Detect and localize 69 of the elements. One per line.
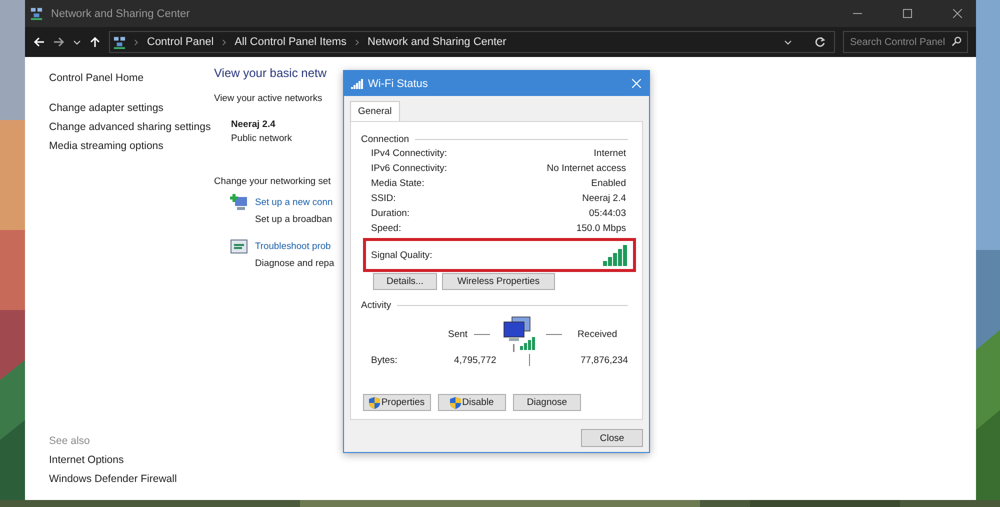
sidebar-link[interactable]: Control Panel Home: [49, 72, 214, 85]
signal-icon: [351, 78, 363, 88]
field-value: Enabled: [591, 177, 626, 191]
group-title: Connection: [361, 133, 410, 146]
network-type: Public network: [231, 131, 292, 145]
dialog-button[interactable]: Properties: [363, 394, 431, 411]
field-label: Media State:: [371, 177, 424, 191]
field-label: IPv6 Connectivity:: [371, 162, 448, 176]
network-icon: [113, 36, 126, 48]
back-icon[interactable]: [33, 36, 45, 48]
field-label: Signal Quality:: [371, 248, 432, 262]
chevron-down-icon[interactable]: [784, 38, 792, 46]
sidebar-link[interactable]: Change advanced sharing settings: [49, 121, 214, 134]
field-label: Bytes:: [371, 354, 398, 366]
network-add-icon: [229, 193, 249, 213]
window-title: Network and Sharing Center: [51, 8, 190, 20]
search-field[interactable]: Search Control Panel: [843, 31, 968, 53]
section-label: View your active networks: [214, 91, 322, 104]
tab[interactable]: General: [350, 101, 400, 121]
breadcrumb[interactable]: Network and Sharing Center: [368, 36, 506, 48]
forward-icon[interactable]: [53, 36, 65, 48]
task-link[interactable]: Set up a new conn: [255, 193, 333, 210]
field-label: Speed:: [371, 222, 402, 236]
field-value: 150.0 Mbps: [576, 222, 626, 236]
field-label: Duration:: [371, 207, 410, 221]
task-description: Set up a broadban: [255, 212, 333, 226]
chevron-right-icon: [222, 38, 227, 46]
sidebar-link[interactable]: Change adapter settings: [49, 102, 214, 115]
up-icon[interactable]: [89, 36, 101, 48]
sidebar-link[interactable]: Media streaming options: [49, 140, 214, 153]
field-value: Internet: [594, 147, 626, 161]
received-label: Received: [578, 328, 618, 340]
dialog-button[interactable]: Disable: [438, 394, 506, 411]
dialog-title: Wi-Fi Status: [368, 78, 428, 90]
shield-icon: [450, 396, 462, 408]
task-link[interactable]: Troubleshoot prob: [255, 237, 334, 254]
see-also-link[interactable]: Internet Options: [49, 454, 214, 467]
field-value: Neeraj 2.4: [582, 192, 626, 206]
page-heading: View your basic netw: [214, 65, 326, 81]
dialog-button[interactable]: Details...: [373, 273, 437, 290]
group-title: Activity: [361, 299, 392, 312]
search-icon[interactable]: [951, 36, 962, 47]
received-bytes: 77,876,234: [579, 354, 628, 366]
close-button[interactable]: Close: [581, 429, 643, 447]
field-value: 05:44:03: [589, 207, 626, 221]
network-icon: [30, 7, 43, 20]
section-label: Change your networking set: [214, 174, 331, 187]
see-also-link[interactable]: Windows Defender Firewall: [49, 473, 214, 486]
refresh-icon[interactable]: [814, 36, 826, 48]
field-label: SSID:: [371, 192, 396, 206]
task-description: Diagnose and repa: [255, 256, 334, 270]
dialog-button[interactable]: Wireless Properties: [442, 273, 555, 290]
address-field[interactable]: Control Panel All Control Panel Items Network and Sharing Center: [109, 31, 835, 53]
breadcrumb[interactable]: All Control Panel Items: [234, 36, 347, 48]
sent-bytes: 4,795,772: [454, 354, 498, 366]
chevron-right-icon: [134, 38, 139, 46]
see-also-heading: See also: [49, 435, 91, 448]
chevron-down-icon[interactable]: [73, 38, 81, 46]
maximize-icon[interactable]: [903, 9, 912, 18]
chevron-right-icon: [354, 38, 360, 46]
field-label: IPv4 Connectivity:: [371, 147, 448, 161]
close-icon[interactable]: [953, 9, 962, 18]
network-name: Neeraj 2.4: [231, 117, 276, 131]
shield-icon: [369, 396, 380, 408]
dialog-button[interactable]: Diagnose: [513, 394, 581, 411]
field-value: No Internet access: [546, 162, 626, 176]
signal-bars-icon: [603, 244, 628, 266]
sent-label: Sent: [448, 328, 468, 340]
breadcrumb[interactable]: Control Panel: [147, 36, 214, 48]
